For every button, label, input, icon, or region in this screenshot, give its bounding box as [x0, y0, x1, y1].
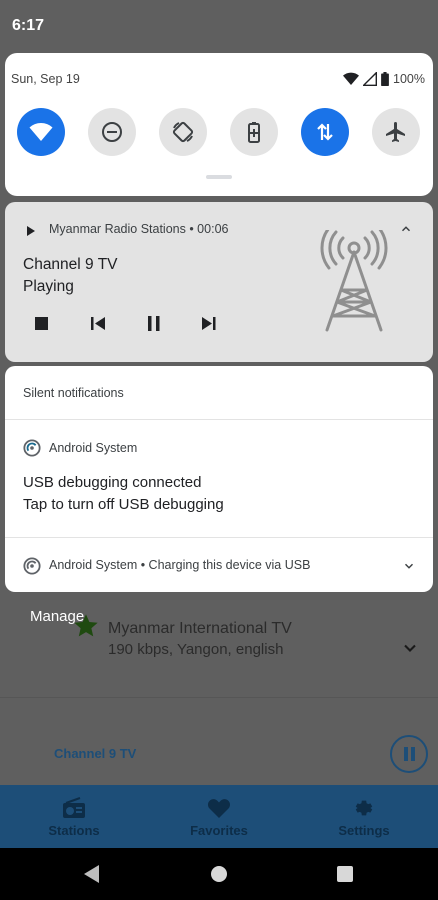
- panel-drag-handle[interactable]: [206, 175, 232, 179]
- notification-text: Tap to turn off USB debugging: [23, 496, 224, 513]
- gear-icon: [355, 800, 373, 816]
- nav-stations-label: Stations: [48, 823, 100, 838]
- now-playing-title: Channel 9 TV: [54, 746, 137, 761]
- chevron-down-icon[interactable]: [402, 559, 416, 573]
- media-title: Channel 9 TV: [23, 256, 118, 273]
- quick-settings-panel: Sun, Sep 19 100%: [5, 53, 433, 196]
- android-system-icon: [23, 557, 41, 575]
- auto-rotate-icon: [172, 121, 194, 143]
- stop-button[interactable]: [31, 312, 53, 334]
- previous-button[interactable]: [87, 312, 109, 334]
- skip-previous-icon: [91, 317, 105, 330]
- station-title: Myanmar International TV: [108, 620, 292, 637]
- notification-title: USB debugging connected: [23, 474, 202, 491]
- battery-icon: [381, 72, 389, 86]
- divider: [5, 419, 433, 420]
- silent-notifications-header: Silent notifications: [23, 386, 124, 400]
- nav-favorites-label: Favorites: [190, 823, 248, 838]
- status-time: 6:17: [12, 17, 45, 34]
- nav-favorites[interactable]: Favorites: [159, 785, 279, 848]
- do-not-disturb-icon: [102, 122, 122, 142]
- bottom-navigation: Stations Favorites Settings: [0, 785, 438, 848]
- radio-icon: [63, 797, 85, 818]
- wifi-signal-icon: [343, 72, 360, 85]
- nav-settings[interactable]: Settings: [304, 785, 424, 848]
- media-status: Playing: [23, 278, 74, 295]
- chevron-down-icon[interactable]: [400, 638, 420, 658]
- manage-button[interactable]: Manage: [30, 608, 84, 625]
- collapsed-notification-text: Android System • Charging this device vi…: [49, 558, 311, 572]
- status-icons: 100%: [343, 71, 425, 87]
- date-label: Sun, Sep 19: [11, 72, 80, 86]
- pause-icon: [148, 316, 160, 331]
- silent-notifications-card: Silent notifications Android System USB …: [5, 366, 433, 592]
- pause-button[interactable]: [143, 312, 165, 334]
- nav-stations[interactable]: Stations: [14, 785, 134, 848]
- mobile-data-icon: [317, 123, 333, 141]
- media-notification[interactable]: Myanmar Radio Stations • 00:06 Channel 9…: [5, 202, 433, 362]
- notification-app-name: Android System: [49, 441, 138, 455]
- do-not-disturb-tile[interactable]: [88, 108, 136, 156]
- heart-icon: [207, 799, 231, 818]
- media-app-header: Myanmar Radio Stations • 00:06: [49, 222, 229, 236]
- wifi-icon: [29, 123, 53, 141]
- airplane-mode-tile[interactable]: [372, 108, 420, 156]
- home-icon[interactable]: [211, 866, 227, 882]
- stop-icon: [35, 317, 48, 330]
- cell-signal-icon: [363, 72, 378, 86]
- station-details: 190 kbps, Yangon, english: [108, 641, 284, 658]
- android-system-icon: [23, 439, 41, 457]
- auto-rotate-tile[interactable]: [159, 108, 207, 156]
- airplane-icon: [386, 122, 405, 142]
- divider: [5, 537, 433, 538]
- radio-tower-icon: [320, 230, 388, 332]
- mobile-data-tile[interactable]: [301, 108, 349, 156]
- next-button[interactable]: [198, 312, 220, 334]
- nav-settings-label: Settings: [338, 823, 390, 838]
- wifi-tile[interactable]: [17, 108, 65, 156]
- battery-saver-icon: [248, 122, 260, 143]
- chevron-up-icon[interactable]: [399, 222, 413, 236]
- back-icon[interactable]: [84, 865, 99, 883]
- skip-next-icon: [202, 317, 216, 330]
- battery-percent: 100%: [393, 72, 425, 86]
- pause-button[interactable]: [390, 735, 428, 773]
- battery-saver-tile[interactable]: [230, 108, 278, 156]
- play-icon: [27, 226, 35, 236]
- recents-icon[interactable]: [337, 866, 353, 882]
